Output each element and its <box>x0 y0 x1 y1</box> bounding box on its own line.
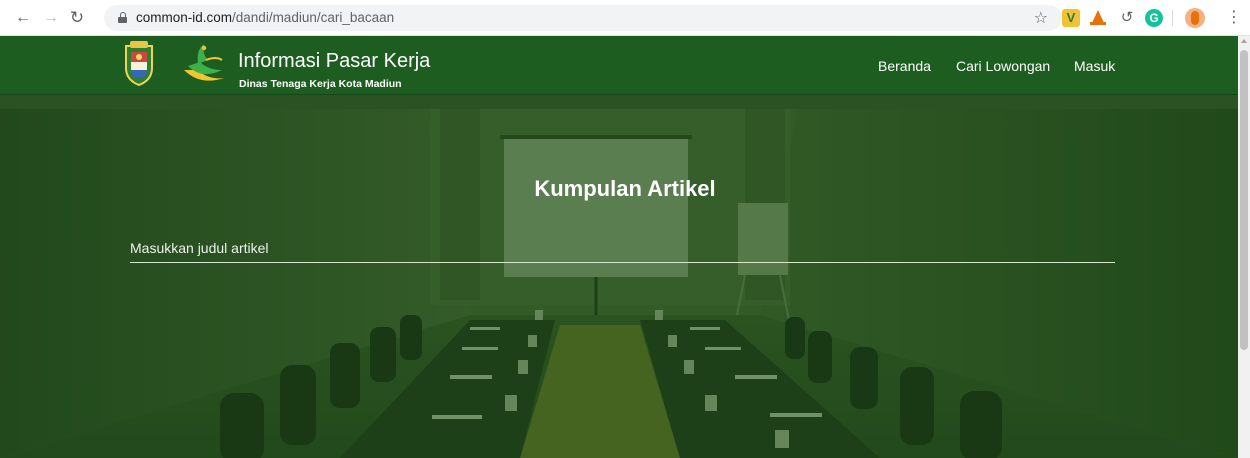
nav-link-beranda[interactable]: Beranda <box>878 58 931 74</box>
url-text[interactable]: common-id.com/dandi/madiun/cari_bacaan <box>136 10 394 25</box>
toolbar-divider <box>1172 10 1173 26</box>
bookmark-star-icon[interactable]: ☆ <box>1034 8 1048 28</box>
nav-link-cari-lowongan[interactable]: Cari Lowongan <box>956 58 1050 74</box>
back-arrow-icon[interactable]: ← <box>14 9 32 27</box>
address-bar[interactable]: common-id.com/dandi/madiun/cari_bacaan ☆ <box>104 5 1062 31</box>
profile-avatar[interactable] <box>1185 8 1205 28</box>
site-navbar: Informasi Pasar Kerja Dinas Tenaga Kerja… <box>0 36 1238 95</box>
reload-icon[interactable]: ↻ <box>68 9 86 27</box>
hero-section: Kumpulan Artikel <box>0 95 1238 458</box>
vimeo-extension-icon[interactable]: V <box>1062 9 1080 27</box>
history-extension-icon[interactable]: ↺ <box>1118 9 1136 27</box>
url-host: common-id.com <box>136 10 233 25</box>
lock-icon <box>118 12 127 23</box>
page-scrollbar[interactable] <box>1238 36 1250 458</box>
extension-g-label: G <box>1149 11 1159 25</box>
bird-logo-icon[interactable] <box>178 40 232 88</box>
browser-toolbar: ← → ↻ common-id.com/dandi/madiun/cari_ba… <box>0 0 1250 36</box>
kebab-menu-icon[interactable]: ⋮ <box>1226 9 1242 27</box>
page-title: Kumpulan Artikel <box>534 176 716 201</box>
brand-title[interactable]: Informasi Pasar Kerja <box>238 50 430 73</box>
forward-arrow-icon[interactable]: → <box>42 9 60 27</box>
scrollbar-thumb[interactable] <box>1240 50 1248 350</box>
article-search-input[interactable] <box>130 233 1115 263</box>
city-seal-logo-icon[interactable] <box>122 40 156 86</box>
vlc-cone-extension-icon[interactable] <box>1089 9 1107 27</box>
url-path: /dandi/madiun/cari_bacaan <box>232 10 395 25</box>
hero-green-overlay <box>0 95 1238 458</box>
extension-v-label: V <box>1066 10 1076 25</box>
grammarly-extension-icon[interactable]: G <box>1145 9 1163 27</box>
nav-link-masuk[interactable]: Masuk <box>1074 58 1115 74</box>
scroll-up-arrow-icon[interactable] <box>1241 39 1247 43</box>
brand-subtitle: Dinas Tenaga Kerja Kota Madiun <box>239 78 402 90</box>
